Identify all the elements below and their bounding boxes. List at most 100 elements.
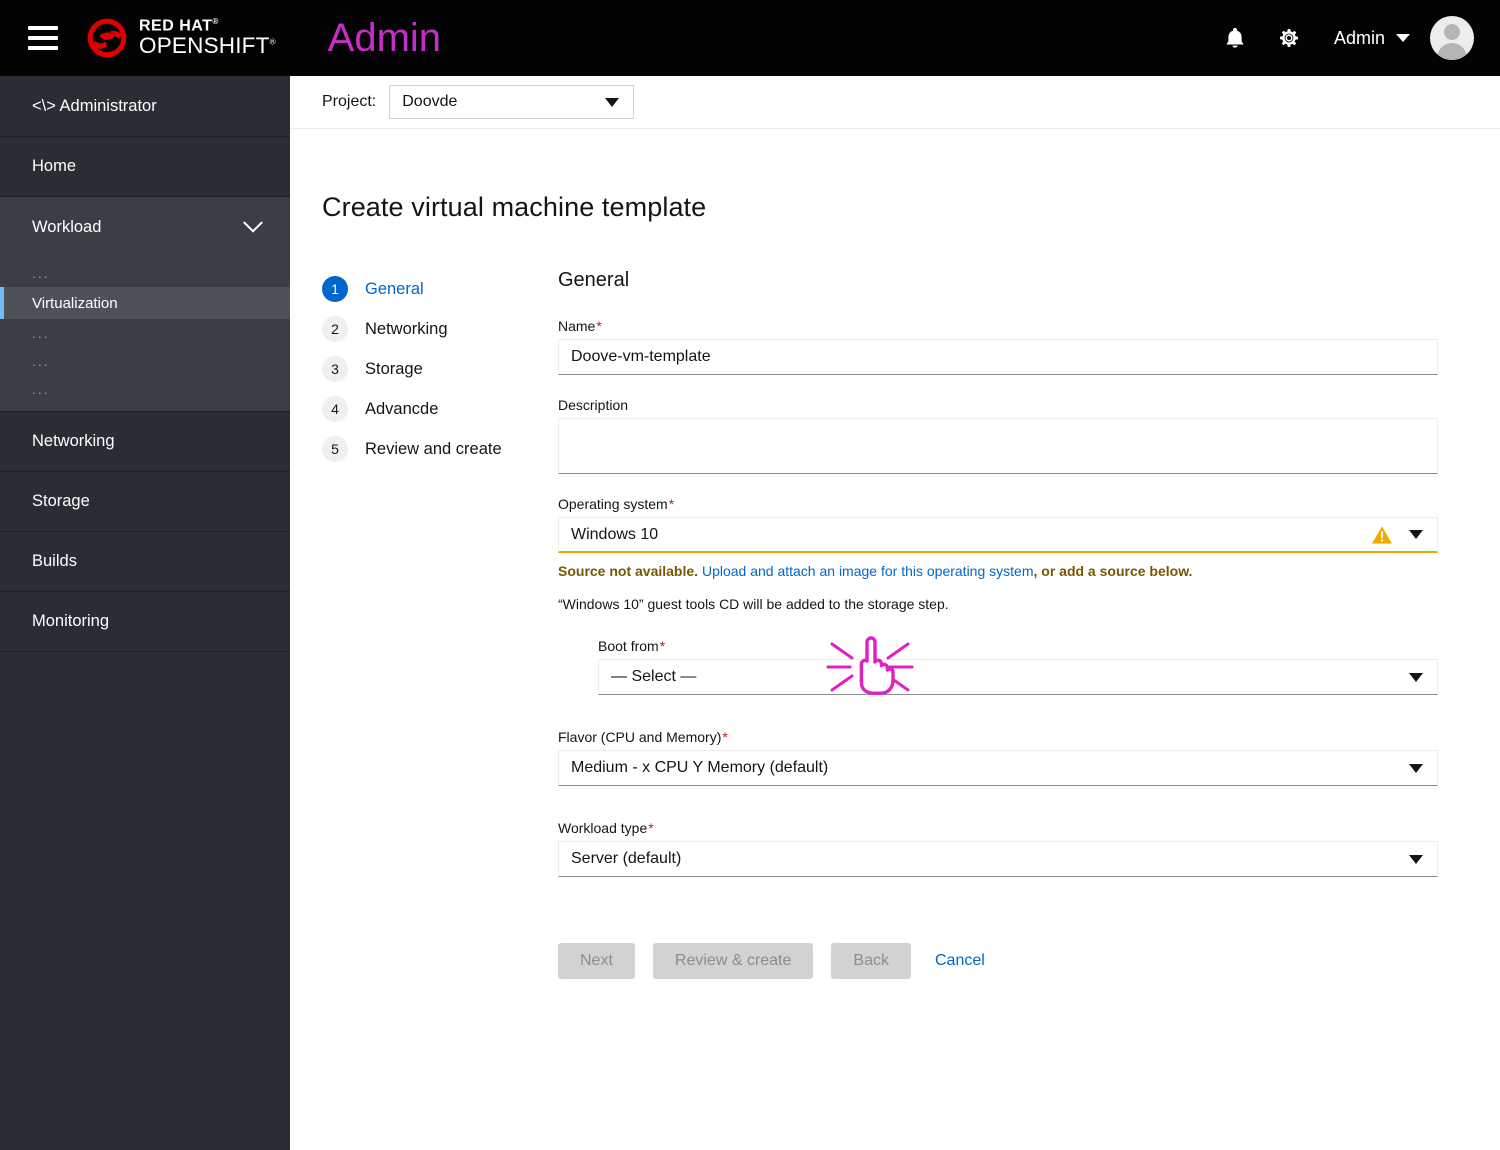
step-number: 4 bbox=[322, 396, 348, 423]
name-input-value: Doove-vm-template bbox=[571, 348, 711, 366]
step-number: 5 bbox=[322, 436, 348, 463]
workload-type-label: Workload type* bbox=[558, 820, 1428, 836]
perspective-switcher[interactable]: <\> Administrator bbox=[0, 76, 290, 137]
step-label: Networking bbox=[365, 319, 448, 338]
sidebar-subitem-virtualization[interactable]: Virtualization bbox=[0, 287, 290, 319]
workload-type-select[interactable]: Server (default) bbox=[558, 841, 1438, 878]
step-number: 2 bbox=[322, 316, 348, 343]
required-asterisk: * bbox=[722, 729, 728, 746]
app-title: Admin bbox=[327, 15, 442, 60]
field-boot-from: Boot from* — Select — bbox=[598, 638, 1438, 696]
form-heading: General bbox=[558, 269, 630, 292]
sidebar-subitem-label: ... bbox=[32, 325, 50, 341]
trademark-mark: ® bbox=[212, 17, 219, 27]
sidebar-item-networking[interactable]: Networking bbox=[0, 412, 290, 472]
hamburger-bar bbox=[28, 26, 58, 30]
add-source-text: , or add a source below. bbox=[1033, 563, 1193, 580]
boot-from-label-text: Boot from bbox=[598, 638, 659, 655]
name-label-text: Name bbox=[558, 318, 596, 335]
name-label: Name* bbox=[558, 318, 1428, 334]
warning-triangle-icon bbox=[1372, 525, 1392, 544]
project-select[interactable]: Doovde bbox=[389, 85, 635, 119]
description-textarea[interactable] bbox=[558, 418, 1438, 475]
project-select-value: Doovde bbox=[402, 93, 458, 110]
step-number: 1 bbox=[322, 276, 348, 303]
avatar-head bbox=[1444, 24, 1460, 40]
wizard: 1 General 2 Networking 3 Storage 4 Advan… bbox=[290, 269, 1500, 980]
boot-from-value: — Select — bbox=[611, 668, 697, 686]
wizard-actions: Next Review & create Back Cancel bbox=[558, 943, 1428, 980]
sidebar-item-builds[interactable]: Builds bbox=[0, 532, 290, 592]
user-avatar-icon[interactable] bbox=[1430, 16, 1474, 60]
sidebar-subitem-placeholder[interactable]: ... bbox=[0, 347, 290, 375]
description-label-text: Description bbox=[558, 397, 629, 414]
required-asterisk: * bbox=[596, 318, 602, 335]
sidebar-item-label: Networking bbox=[32, 432, 115, 450]
project-bar: Project: Doovde bbox=[290, 76, 1500, 129]
sidebar-item-home[interactable]: Home bbox=[0, 137, 290, 197]
chevron-down-icon bbox=[243, 212, 263, 233]
sidebar-subitem-label: ... bbox=[32, 265, 50, 281]
chevron-down-icon bbox=[1409, 530, 1423, 540]
boot-from-select[interactable]: — Select — bbox=[598, 659, 1438, 696]
sidebar-item-label: Home bbox=[32, 157, 77, 175]
masthead-toolbar: Admin bbox=[1208, 11, 1500, 65]
brand-line1: RED HAT bbox=[139, 17, 213, 35]
user-menu[interactable]: Admin bbox=[1334, 28, 1410, 49]
avatar-body bbox=[1437, 43, 1467, 60]
name-input[interactable]: Doove-vm-template bbox=[558, 339, 1438, 376]
sidebar-subitem-placeholder[interactable]: ... bbox=[0, 259, 290, 287]
operating-system-label-text: Operating system bbox=[558, 496, 668, 513]
next-button[interactable]: Next bbox=[558, 943, 635, 980]
operating-system-label: Operating system* bbox=[558, 496, 1428, 512]
brand-line2: OPENSHIFT bbox=[139, 33, 270, 59]
hamburger-menu-icon[interactable] bbox=[28, 26, 58, 50]
field-description: Description bbox=[558, 397, 1438, 475]
sidebar-item-storage[interactable]: Storage bbox=[0, 472, 290, 532]
guest-tools-note: “Windows 10” guest tools CD will be adde… bbox=[558, 596, 949, 613]
sidebar-subitem-placeholder[interactable]: ... bbox=[0, 375, 290, 403]
sidebar-navigation: <\> Administrator Home Workload ... Virt… bbox=[0, 76, 290, 1150]
description-label: Description bbox=[558, 397, 1428, 413]
field-workload-type: Workload type* Server (default) bbox=[558, 820, 1438, 878]
general-form: General Name* Doove-vm-template Descript… bbox=[558, 269, 1438, 980]
step-label: Review and create bbox=[365, 439, 502, 458]
brand-logo[interactable]: RED HAT® OPENSHIFT® bbox=[84, 15, 276, 61]
field-name: Name* Doove-vm-template bbox=[558, 318, 1438, 376]
wizard-step-networking[interactable]: 2 Networking bbox=[322, 309, 558, 349]
back-button[interactable]: Back bbox=[831, 943, 911, 980]
wizard-step-advanced[interactable]: 4 Advancde bbox=[322, 389, 558, 429]
step-label: General bbox=[365, 279, 424, 298]
red-hat-logo-icon bbox=[87, 18, 127, 58]
settings-gear-icon[interactable] bbox=[1262, 11, 1316, 65]
project-label: Project: bbox=[322, 93, 377, 110]
review-and-create-button[interactable]: Review & create bbox=[652, 943, 814, 980]
upload-image-link[interactable]: Upload and attach an image for this oper… bbox=[702, 563, 1034, 579]
sidebar-item-workload[interactable]: Workload bbox=[0, 197, 290, 257]
notifications-bell-icon[interactable] bbox=[1208, 11, 1262, 65]
flavor-select[interactable]: Medium - x CPU Y Memory (default) bbox=[558, 750, 1438, 787]
perspective-label: <\> Administrator bbox=[32, 96, 157, 115]
wizard-step-review-and-create[interactable]: 5 Review and create bbox=[322, 429, 558, 469]
step-label: Storage bbox=[365, 359, 423, 378]
field-flavor: Flavor (CPU and Memory)* Medium - x CPU … bbox=[558, 729, 1438, 787]
sidebar-subitem-placeholder[interactable]: ... bbox=[0, 319, 290, 347]
operating-system-helper: Source not available. Upload and attach … bbox=[558, 561, 1428, 582]
chevron-down-icon bbox=[605, 97, 620, 107]
sidebar-item-monitoring[interactable]: Monitoring bbox=[0, 592, 290, 652]
boot-from-label: Boot from* bbox=[598, 638, 1428, 654]
flavor-label: Flavor (CPU and Memory)* bbox=[558, 729, 1428, 745]
required-asterisk: * bbox=[659, 638, 666, 655]
wizard-steps: 1 General 2 Networking 3 Storage 4 Advan… bbox=[290, 269, 558, 979]
workload-type-value: Server (default) bbox=[571, 850, 682, 868]
hamburger-bar bbox=[28, 36, 58, 40]
operating-system-select[interactable]: Windows 10 bbox=[558, 517, 1438, 554]
wizard-step-general[interactable]: 1 General bbox=[322, 269, 558, 309]
user-name-label: Admin bbox=[1333, 27, 1385, 48]
cancel-button[interactable]: Cancel bbox=[929, 952, 991, 970]
required-asterisk: * bbox=[668, 496, 675, 513]
wizard-step-storage[interactable]: 3 Storage bbox=[322, 349, 558, 389]
step-label: Advancde bbox=[365, 399, 439, 418]
sidebar-subitem-label: ... bbox=[32, 353, 50, 369]
sidebar-item-label: Storage bbox=[32, 492, 90, 510]
